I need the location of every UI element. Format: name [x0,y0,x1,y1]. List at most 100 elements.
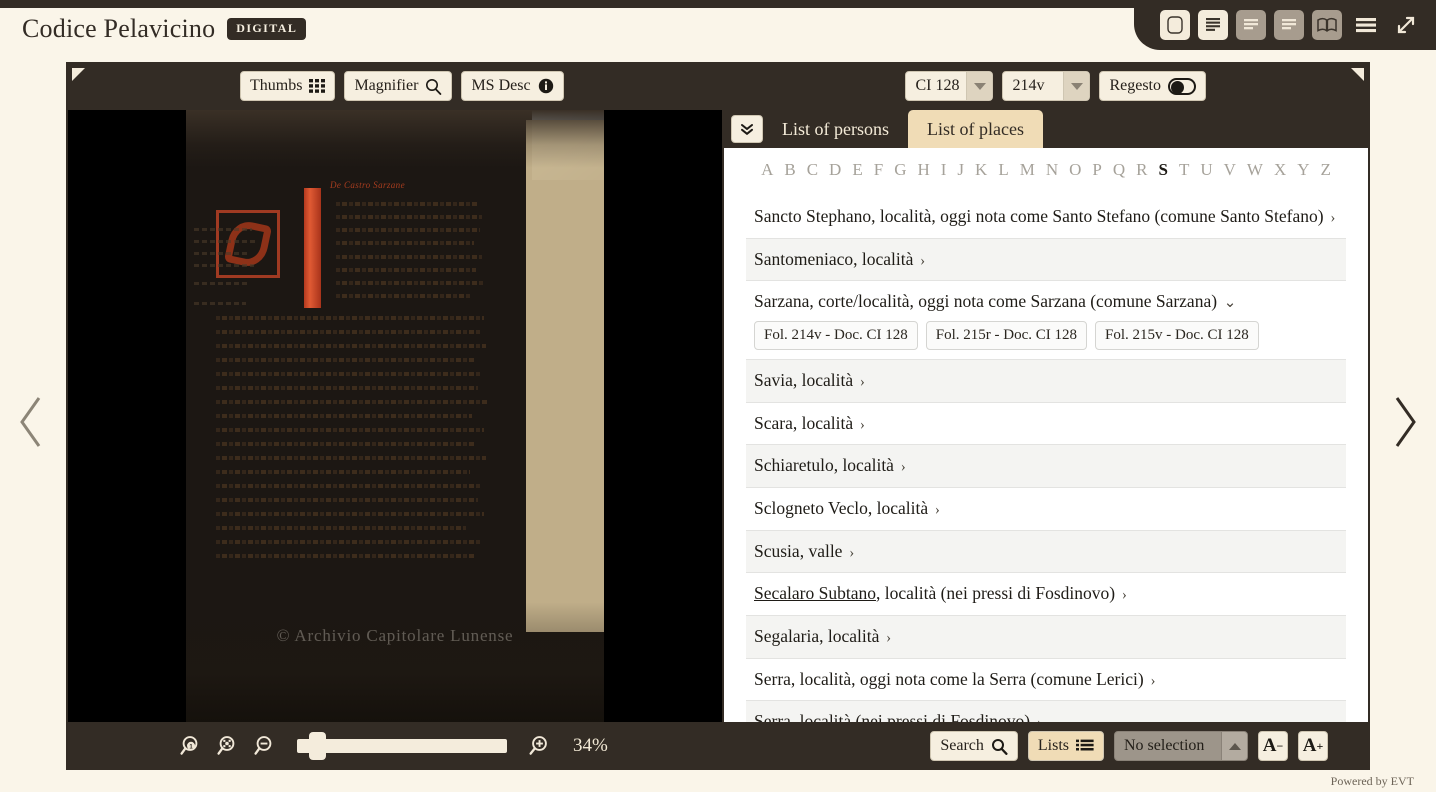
place-entry-link[interactable]: Secalaro Subtano [754,583,876,603]
alphabet-letter-w[interactable]: W [1247,160,1263,180]
zoom-slider[interactable] [297,732,507,760]
chevron-left-icon [20,397,41,447]
list-item[interactable]: Serra, località (nei pressi di Fosdinovo… [746,701,1346,722]
decrease-font-button[interactable]: A − [1258,731,1288,761]
alphabet-letter-g[interactable]: G [894,160,906,180]
ms-desc-button[interactable]: MS Desc [461,71,564,101]
chevron-down-icon[interactable] [1063,72,1090,100]
collapse-panel-button[interactable] [731,115,763,143]
chevron-right-icon[interactable]: › [1327,210,1335,226]
alphabet-letter-o[interactable]: O [1069,160,1081,180]
alphabet-letter-p[interactable]: P [1092,160,1101,180]
list-tabbar: List of persons List of places [724,110,1368,148]
alphabet-letter-v[interactable]: V [1224,160,1236,180]
previous-page-button[interactable] [12,392,52,452]
zoom-out-icon[interactable] [254,734,278,758]
double-text-view-button[interactable] [1274,10,1304,40]
chevron-right-icon[interactable]: › [916,253,925,269]
image-text-view-button[interactable] [1198,10,1228,40]
chevron-right-icon[interactable]: › [845,545,854,561]
list-item[interactable]: Sclogneto Veclo, località › [746,488,1346,531]
regesto-toggle-button[interactable]: Regesto [1099,71,1206,101]
alphabet-letter-d[interactable]: D [829,160,841,180]
list-item[interactable]: Savia, località › [746,360,1346,403]
list-item[interactable]: Santomeniaco, località › [746,238,1346,282]
magnifier-icon [426,78,442,95]
document-reference-chip[interactable]: Fol. 214v - Doc. CI 128 [754,320,918,351]
alphabet-letter-s[interactable]: S [1159,160,1168,180]
document-reference-chip[interactable]: Fol. 215r - Doc. CI 128 [925,320,1087,351]
list-item[interactable]: Schiaretulo, località › [746,445,1346,488]
search-button[interactable]: Search [930,731,1018,761]
fullscreen-button[interactable] [1390,10,1422,40]
regesto-toggle-switch[interactable] [1168,77,1196,95]
alphabet-letter-e[interactable]: E [852,160,862,180]
alphabet-letter-a[interactable]: A [761,160,773,180]
document-select-value: CI 128 [915,77,960,94]
magnifier-button[interactable]: Magnifier [344,71,453,101]
alphabet-letter-x[interactable]: X [1274,160,1286,180]
chevron-right-icon[interactable]: › [897,459,906,475]
book-reading-view-button[interactable] [1312,10,1342,40]
folio-select[interactable]: 214v [1002,71,1091,101]
alphabet-letter-h[interactable]: H [917,160,929,180]
plus-sign: + [1316,738,1324,753]
lists-button[interactable]: Lists [1027,731,1104,761]
manuscript-image-panel[interactable]: De Castro Sarzane © Archivio Capitolare … [68,110,722,722]
list-item[interactable]: Sancto Stephano, località, oggi nota com… [746,196,1346,239]
magnifier-label: Magnifier [354,77,419,94]
alphabet-letter-l[interactable]: L [998,160,1008,180]
chevron-up-icon[interactable] [1221,732,1247,760]
list-item[interactable]: Serra, località, oggi nota come la Serra… [746,659,1346,702]
zoom-original-size-icon[interactable]: 1 [180,734,204,758]
chevron-right-icon[interactable]: › [856,417,865,433]
chevron-down-icon[interactable] [966,72,993,100]
tab-list-of-persons[interactable]: List of persons [763,110,908,148]
next-page-button[interactable] [1384,392,1424,452]
alphabet-letter-y[interactable]: Y [1297,160,1309,180]
double-chevron-down-icon [741,124,753,135]
chevron-down-icon[interactable]: ⌄ [1220,295,1237,311]
app-header: Codice Pelavicino DIGITAL [0,0,1436,60]
list-item[interactable]: Sarzana, corte/località, oggi nota come … [746,281,1346,361]
alphabet-letter-j[interactable]: J [957,160,964,180]
list-item[interactable]: Scara, località › [746,403,1346,446]
zoom-in-icon[interactable] [526,734,550,758]
chevron-right-icon[interactable]: › [856,374,865,390]
text-only-view-button[interactable] [1236,10,1266,40]
list-item[interactable]: Scusia, valle › [746,530,1346,574]
chevron-right-icon[interactable]: › [1033,715,1042,722]
zoom-fit-icon[interactable] [217,734,241,758]
hamburger-menu-button[interactable] [1350,10,1382,40]
selection-dropdown[interactable]: No selection [1114,731,1248,761]
alphabet-letter-u[interactable]: U [1200,160,1212,180]
list-item[interactable]: Secalaro Subtano, località (nei pressi d… [746,573,1346,616]
alphabet-letter-k[interactable]: K [975,160,987,180]
zoom-slider-handle[interactable] [309,732,326,760]
chevron-right-icon[interactable]: › [1118,587,1127,603]
ms-desc-label: MS Desc [471,77,531,94]
thumbs-button[interactable]: Thumbs [240,71,336,101]
alphabet-letter-f[interactable]: F [874,160,883,180]
alphabet-letter-i[interactable]: I [941,160,947,180]
document-reference-chip[interactable]: Fol. 215v - Doc. CI 128 [1095,320,1259,351]
places-list[interactable]: Sancto Stephano, località, oggi nota com… [724,196,1368,722]
place-entry-label: Scusia, valle [754,540,843,561]
chevron-right-icon[interactable]: › [1147,673,1155,689]
document-select[interactable]: CI 128 [905,71,994,101]
place-entry-label: Sarzana, corte/località, oggi nota come … [754,291,1218,312]
alphabet-letter-q[interactable]: Q [1113,160,1125,180]
alphabet-letter-b[interactable]: B [784,160,795,180]
chevron-right-icon[interactable]: › [882,630,891,646]
alphabet-letter-t[interactable]: T [1179,160,1189,180]
tab-list-of-places[interactable]: List of places [908,110,1043,148]
alphabet-letter-r[interactable]: R [1136,160,1147,180]
image-only-view-button[interactable] [1160,10,1190,40]
alphabet-letter-n[interactable]: N [1046,160,1058,180]
increase-font-button[interactable]: A + [1298,731,1328,761]
list-item[interactable]: Segalaria, località › [746,615,1346,659]
alphabet-letter-c[interactable]: C [807,160,818,180]
alphabet-letter-m[interactable]: M [1020,160,1035,180]
alphabet-letter-z[interactable]: Z [1321,160,1331,180]
chevron-right-icon[interactable]: › [931,502,940,518]
